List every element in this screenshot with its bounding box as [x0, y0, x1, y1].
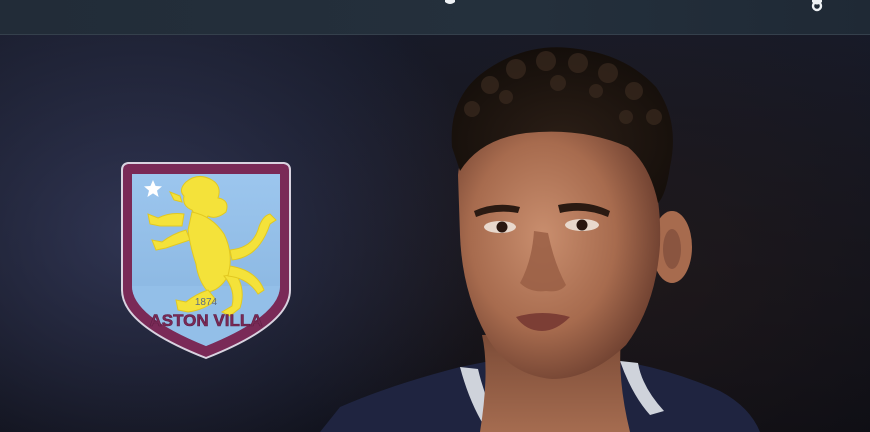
player-ear-inner	[663, 229, 681, 269]
player-portrait	[320, 35, 780, 432]
header-bar	[0, 0, 870, 35]
crest-club-name: ASTON VILLA	[149, 311, 262, 330]
cropped-heading-glyph	[811, 0, 823, 12]
news-image-viewer: 1874 ASTON VILLA	[0, 0, 870, 432]
crest-graphic: 1874 ASTON VILLA	[121, 162, 291, 360]
header-title	[0, 0, 870, 12]
club-crest: 1874 ASTON VILLA	[112, 130, 300, 362]
cropped-heading-glyph	[445, 0, 455, 4]
crest-founded-year: 1874	[195, 297, 218, 308]
